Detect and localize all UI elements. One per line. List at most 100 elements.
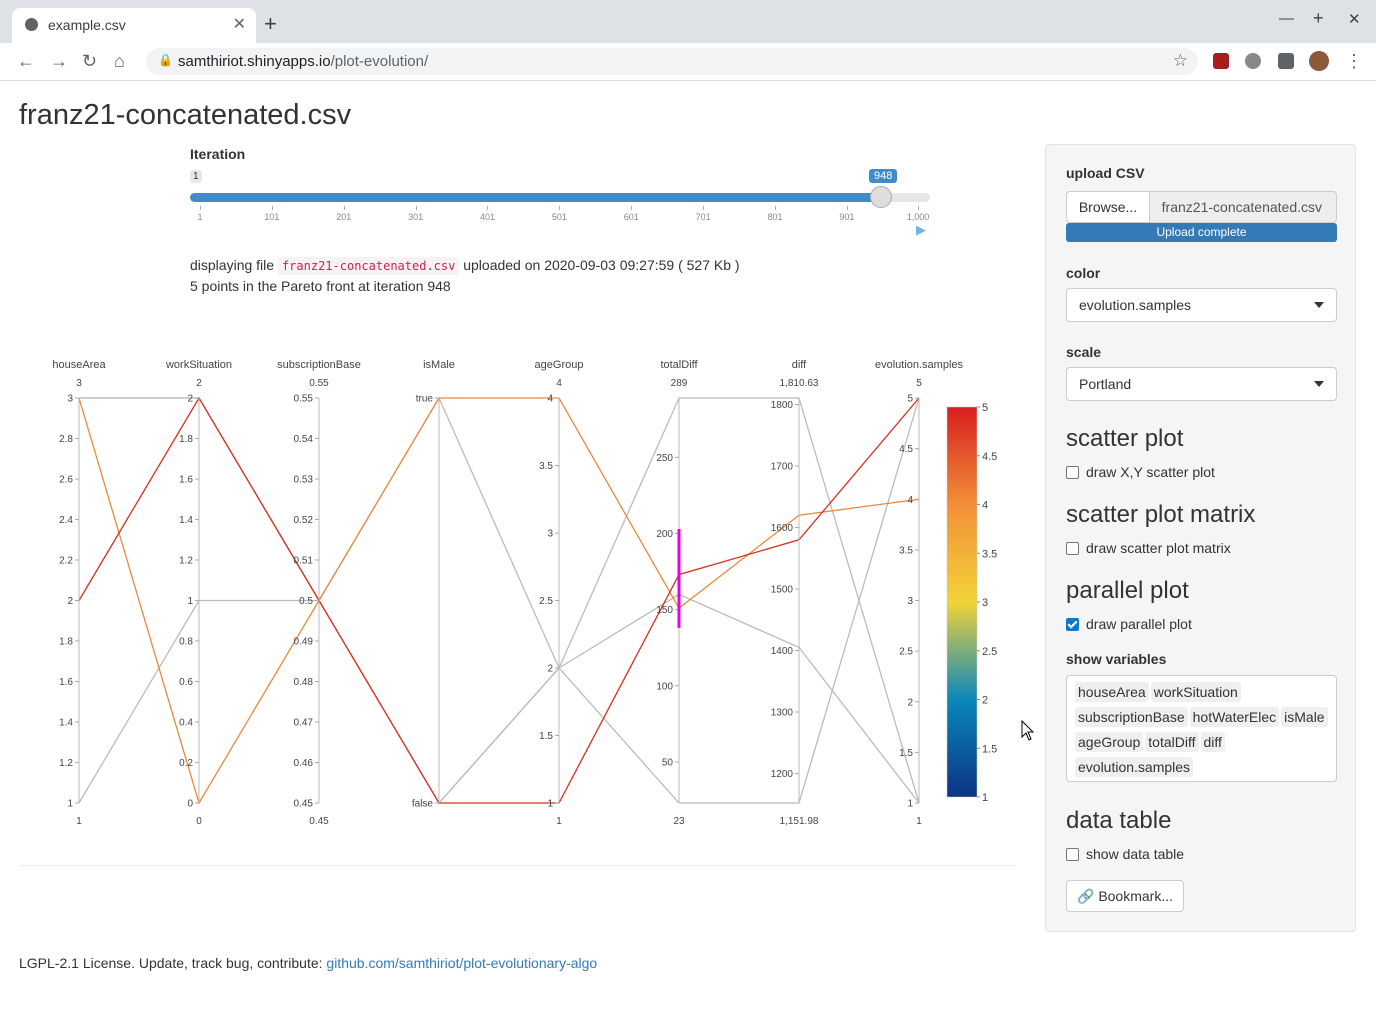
avatar[interactable] — [1309, 51, 1329, 71]
slider-tick-label: 401 — [479, 212, 495, 222]
forward-icon[interactable]: → — [50, 51, 68, 72]
axis-tick-label: 2.5 — [539, 596, 553, 607]
scale-label: scale — [1066, 344, 1102, 360]
browser-toolbar: ← → ↻ ⌂ 🔒 samthiriot.shinyapps.io/plot-e… — [0, 43, 1376, 81]
axis-tick-label: 3.5 — [539, 461, 553, 472]
reload-icon[interactable]: ↻ — [82, 51, 97, 72]
table-checkbox[interactable]: show data table — [1066, 846, 1184, 862]
axis-tick-label: 1200 — [771, 769, 794, 780]
axis-tick-label: 1700 — [771, 462, 794, 473]
slider-handle[interactable] — [869, 186, 892, 208]
axis-min-label: 0 — [196, 816, 202, 827]
colorbar-tick-label: 4.5 — [982, 451, 997, 463]
browse-button[interactable]: Browse... — [1066, 191, 1150, 223]
slider-tick-mark — [487, 206, 489, 210]
back-icon[interactable]: ← — [17, 51, 35, 72]
axis-tick-label: 1300 — [771, 707, 794, 718]
parallel-heading: parallel plot — [1066, 577, 1189, 604]
axis-tick-label: 2 — [907, 697, 913, 708]
file-info: displaying file franz21-concatenated.csv… — [190, 257, 740, 275]
slider-tick-mark — [703, 206, 705, 210]
axis-tick-label: 2.2 — [59, 556, 73, 567]
color-label: color — [1066, 265, 1101, 281]
matrix-checkbox[interactable]: draw scatter plot matrix — [1066, 540, 1231, 556]
bookmark-button[interactable]: 🔗 Bookmark... — [1066, 880, 1184, 912]
mouse-cursor-icon — [1021, 720, 1035, 741]
maximize-icon[interactable]: + — [1313, 8, 1324, 29]
axis-tick-label: 1.5 — [899, 748, 913, 759]
axis-title: houseArea — [52, 359, 106, 371]
axis-min-label: 1,151.98 — [780, 816, 819, 827]
axis-max-label: 289 — [671, 378, 688, 389]
browser-tab[interactable]: example.csv ✕ — [12, 8, 256, 43]
axis-tick-label: 1.2 — [179, 556, 193, 567]
scatter-checkbox[interactable]: draw X,Y scatter plot — [1066, 464, 1215, 480]
axis-tick-label: 2 — [67, 596, 73, 607]
window-close-icon[interactable]: ✕ — [1348, 10, 1361, 28]
axis-tick-label: 1.4 — [179, 515, 193, 526]
ublock-icon[interactable] — [1213, 53, 1229, 69]
axis-title: subscriptionBase — [277, 359, 361, 371]
axis-tick-label: 2.8 — [59, 434, 73, 445]
axis-brush — [677, 528, 681, 628]
axis-max-label: 5 — [916, 378, 922, 389]
axis-tick-label: 3 — [547, 529, 553, 540]
variable-chip[interactable]: hotWaterElec — [1189, 707, 1280, 727]
github-link[interactable]: github.com/samthiriot/plot-evolutionary-… — [326, 955, 597, 971]
slider-tick-label: 501 — [551, 212, 567, 222]
variable-chip[interactable]: houseArea — [1075, 682, 1149, 702]
color-select[interactable]: evolution.samples — [1066, 288, 1337, 322]
home-icon[interactable]: ⌂ — [114, 51, 125, 72]
axis-tick-label: 250 — [656, 453, 673, 464]
new-tab-icon[interactable]: + — [264, 13, 277, 35]
axis-tick-label: 0.55 — [294, 394, 314, 405]
play-icon[interactable]: ▶ — [916, 222, 926, 238]
axis-tick-label: 2.4 — [59, 515, 73, 526]
address-bar[interactable]: 🔒 samthiriot.shinyapps.io/plot-evolution… — [146, 48, 1198, 75]
tab-title: example.csv — [48, 17, 126, 33]
slider-tick-mark — [343, 206, 345, 210]
upload-progress: Upload complete — [1066, 223, 1337, 242]
variable-chip[interactable]: totalDiff — [1145, 732, 1199, 752]
axis-tick-label: 1.8 — [179, 434, 193, 445]
slider-tick-label: 101 — [264, 212, 280, 222]
menu-icon[interactable]: ⋮ — [1345, 51, 1363, 72]
axis-tick-label: 1.8 — [59, 637, 73, 648]
extension-icon[interactable] — [1245, 53, 1261, 69]
slider-fill — [190, 193, 881, 202]
colorbar — [946, 406, 978, 798]
axis-tick-label: 1.2 — [59, 758, 73, 769]
parallel-checkbox[interactable]: draw parallel plot — [1066, 616, 1192, 632]
axis-tick-label: 0.53 — [294, 475, 314, 486]
colorbar-tick-label: 3 — [982, 597, 988, 609]
variable-chip[interactable]: diff — [1200, 732, 1225, 752]
close-tab-icon[interactable]: ✕ — [233, 14, 246, 34]
axis-tick-label: 4.5 — [899, 444, 913, 455]
variable-chip[interactable]: workSituation — [1150, 682, 1241, 702]
colorbar-tick-label: 5 — [982, 402, 988, 414]
axis-tick-label: 1 — [907, 799, 913, 810]
minimize-icon[interactable]: — — [1279, 10, 1294, 27]
axis-tick-label: 2.5 — [899, 647, 913, 658]
scale-select[interactable]: Portland — [1066, 367, 1337, 401]
axis-tick-label: 1.6 — [179, 475, 193, 486]
pareto-info: 5 points in the Pareto front at iteratio… — [190, 278, 451, 294]
slider-tick-mark — [415, 206, 417, 210]
slider-tick-mark — [200, 206, 201, 210]
file-name-field[interactable]: franz21-concatenated.csv — [1150, 191, 1337, 223]
axis-tick-label: true — [416, 394, 434, 405]
variable-chip[interactable]: isMale — [1281, 707, 1328, 727]
table-heading: data table — [1066, 807, 1172, 834]
variables-selector[interactable]: houseArea workSituation subscriptionBase ho… — [1066, 675, 1337, 782]
axis-max-label: 4 — [556, 378, 562, 389]
slider-tick-mark — [846, 206, 848, 210]
url-text: samthiriot.shinyapps.io/plot-evolution/ — [178, 53, 429, 70]
axis-title: isMale — [423, 359, 455, 371]
puzzle-icon[interactable] — [1278, 53, 1294, 69]
parallel-plot[interactable]: houseArea3111.21.41.61.822.22.42.62.83wo… — [0, 337, 1010, 837]
footer: LGPL-2.1 License. Update, track bug, con… — [19, 955, 598, 971]
variable-chip[interactable]: evolution.samples — [1075, 757, 1194, 777]
bookmark-star-icon[interactable]: ☆ — [1173, 51, 1188, 71]
variable-chip[interactable]: subscriptionBase — [1075, 707, 1188, 727]
variable-chip[interactable]: ageGroup — [1075, 732, 1144, 752]
